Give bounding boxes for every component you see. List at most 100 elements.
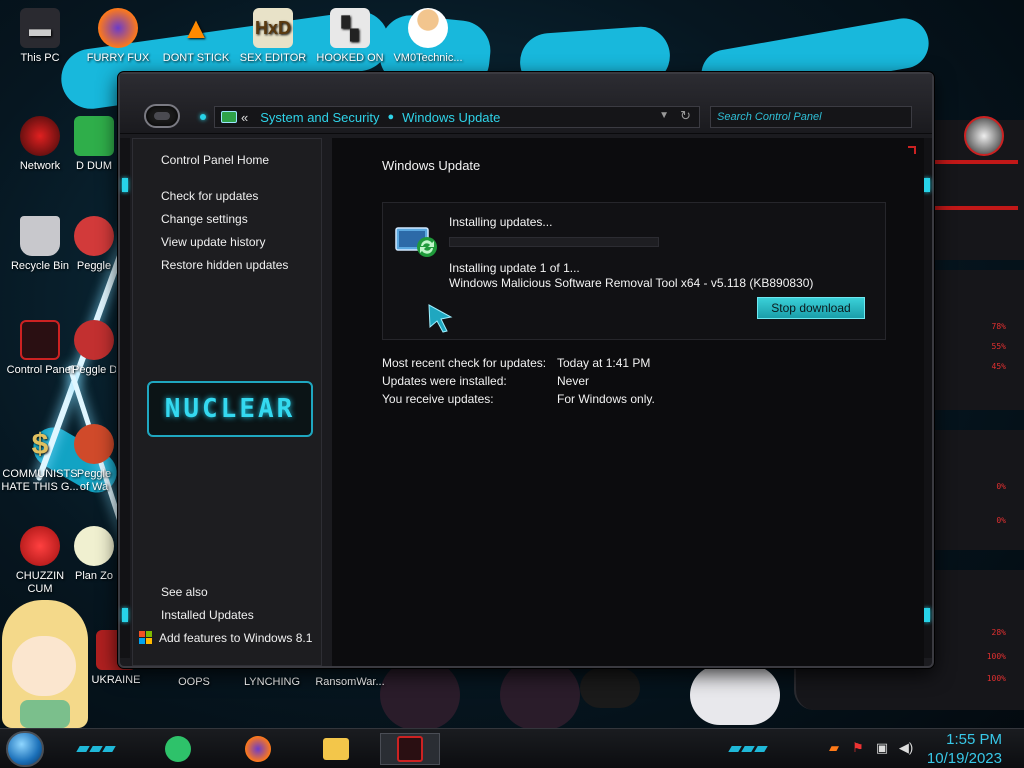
status-led [200,114,206,120]
money-bag-icon: $ [31,427,49,461]
hud-readout: 0% [996,516,1006,525]
doctor-icon [408,8,448,48]
nav-change-settings[interactable]: Change settings [161,212,248,226]
breadcrumb-back[interactable]: « [241,110,248,125]
breadcrumb-windows-update[interactable]: Windows Update [402,110,500,125]
title-bar[interactable]: « System and Security ● Windows Update ▼… [120,74,932,134]
chevron-down-icon[interactable]: ▼ [659,110,669,121]
windows-shield-icon [139,631,152,644]
desktop-icon-sex-editor[interactable]: HxD SEX EDITOR [235,8,311,65]
maze-game-icon: ▚ [330,8,370,48]
mouse-cursor-icon [428,304,453,333]
stop-download-button[interactable]: Stop download [757,297,865,319]
desktop-icon-dumb[interactable]: D DUM [72,116,116,173]
nav-add-features[interactable]: Add features to Windows 8.1 [139,631,312,645]
hud-readout: 45% [991,362,1006,371]
flower-icon [74,526,114,566]
control-panel-icon [20,320,60,360]
computer-icon: ▬ [20,8,60,48]
folder-icon [323,738,349,760]
install-progress-bar [449,237,659,247]
navigation-pane: Control Panel Home Check for updates Cha… [132,138,322,666]
network-icon [20,116,60,156]
nav-restore-hidden-updates[interactable]: Restore hidden updates [161,258,288,272]
nav-view-update-history[interactable]: View update history [161,235,266,249]
hud-readout: 28% [991,628,1006,637]
recycle-bin-icon [20,216,60,256]
desktop-icon-communists[interactable]: $ COMMUNISTS HATE THIS G... [0,424,80,494]
start-button[interactable] [6,731,44,767]
info-last-check: Most recent check for updates: Today at 1… [382,356,651,370]
firefox-icon [98,8,138,48]
desktop-icon-lynching[interactable]: LYNCHING [234,676,310,692]
clock-date: 10/19/2023 [926,750,1002,767]
peggle-icon [74,424,114,464]
breadcrumb-system-and-security[interactable]: System and Security [260,110,379,125]
taskbar-app-firefox[interactable] [228,733,288,765]
desktop-icon-peggle-deluxe[interactable]: Peggle De [72,320,116,377]
hud-readout: 55% [991,342,1006,351]
desktop-icon-ransomware[interactable]: RansomWar... [312,676,388,692]
nuclear-theme-logo: NUCLEAR [147,381,313,437]
corner-decoration [908,146,916,154]
peggle-icon [74,320,114,360]
desktop-icon-chuzzin[interactable]: CHUZZIN CUM [2,526,78,596]
back-forward-buttons[interactable] [144,104,180,128]
volume-icon[interactable]: ◀) [898,740,914,756]
desktop-icon-network[interactable]: Network [2,116,78,173]
hud-readout: 100% [986,652,1006,661]
nav-installed-updates[interactable]: Installed Updates [161,608,254,622]
desktop-icon-plants-zombies[interactable]: Plan Zo [72,526,116,583]
desktop-icon-oops[interactable]: OOPS [156,676,232,692]
nav-add-features-label: Add features to Windows 8.1 [159,631,313,645]
installing-label: Installing updates... [449,215,553,229]
desktop-icon-vm0technic[interactable]: VM0Technic... [390,8,466,65]
hud-readout: 0% [996,482,1006,491]
taskbar: ▰ ⚑ ▣ ◀) 1:55 PM 10/19/2023 [0,728,1024,768]
windows-update-window: « System and Security ● Windows Update ▼… [118,72,934,668]
info-receive-updates: You receive updates: For Windows only. [382,392,655,406]
network-tray-icon[interactable]: ▣ [874,740,890,756]
chuzzle-icon [20,526,60,566]
taskbar-app-notes[interactable] [148,733,208,765]
page-title: Windows Update [382,158,481,173]
desktop-icon-peggle-nights[interactable]: Peggle of Wa [72,424,116,494]
windows-update-icon [395,227,437,257]
desktop-icon-furry-fux[interactable]: FURRY FUX [80,8,156,65]
search-box[interactable] [710,106,912,128]
address-bar[interactable]: « System and Security ● Windows Update ▼… [214,106,700,128]
tray-app-icon[interactable]: ▰ [826,740,842,756]
refresh-icon[interactable]: ↻ [680,108,691,124]
notes-app-icon [165,736,191,762]
firefox-icon [245,736,271,762]
breadcrumb-separator-icon: ● [387,111,395,123]
alien-logo-icon [964,116,1004,156]
search-input[interactable] [711,107,911,127]
content-pane: Windows Update Installing updates... Ins… [332,138,924,666]
taskbar-app-control-panel[interactable] [380,733,440,765]
update-status-panel: Installing updates... Installing update … [382,202,886,340]
desktop-icon-dont-stick[interactable]: ▲ DONT STICK [158,8,234,65]
flag-icon[interactable]: ⚑ [850,740,866,756]
desktop-icon-control-panel[interactable]: Control Panel [2,320,78,377]
system-clock[interactable]: 1:55 PM 10/19/2023 [927,730,1002,768]
taskbar-app-file-explorer[interactable] [306,733,366,765]
desktop-icon-hooked-on[interactable]: ▚ HOOKED ON [312,8,388,65]
desktop-icon-this-pc[interactable]: ▬ This PC [2,8,78,65]
hud-readout: 78% [991,322,1006,331]
taskbar-decoration [76,741,117,752]
peggle-icon [74,216,114,256]
desktop-icon-peggle[interactable]: Peggle [72,216,116,273]
clock-time: 1:55 PM [946,731,1002,748]
vlc-cone-icon: ▲ [181,11,211,45]
app-icon [74,116,114,156]
see-also-heading: See also [161,585,208,599]
taskbar-decoration [728,741,769,752]
nav-check-for-updates[interactable]: Check for updates [161,189,258,203]
control-panel-icon [397,736,423,762]
nav-control-panel-home[interactable]: Control Panel Home [161,153,269,167]
install-status-line: Installing update 1 of 1... [449,261,580,275]
info-updates-installed: Updates were installed: Never [382,374,590,388]
left-rail [120,138,130,658]
desktop-icon-recycle-bin[interactable]: Recycle Bin [2,216,78,273]
